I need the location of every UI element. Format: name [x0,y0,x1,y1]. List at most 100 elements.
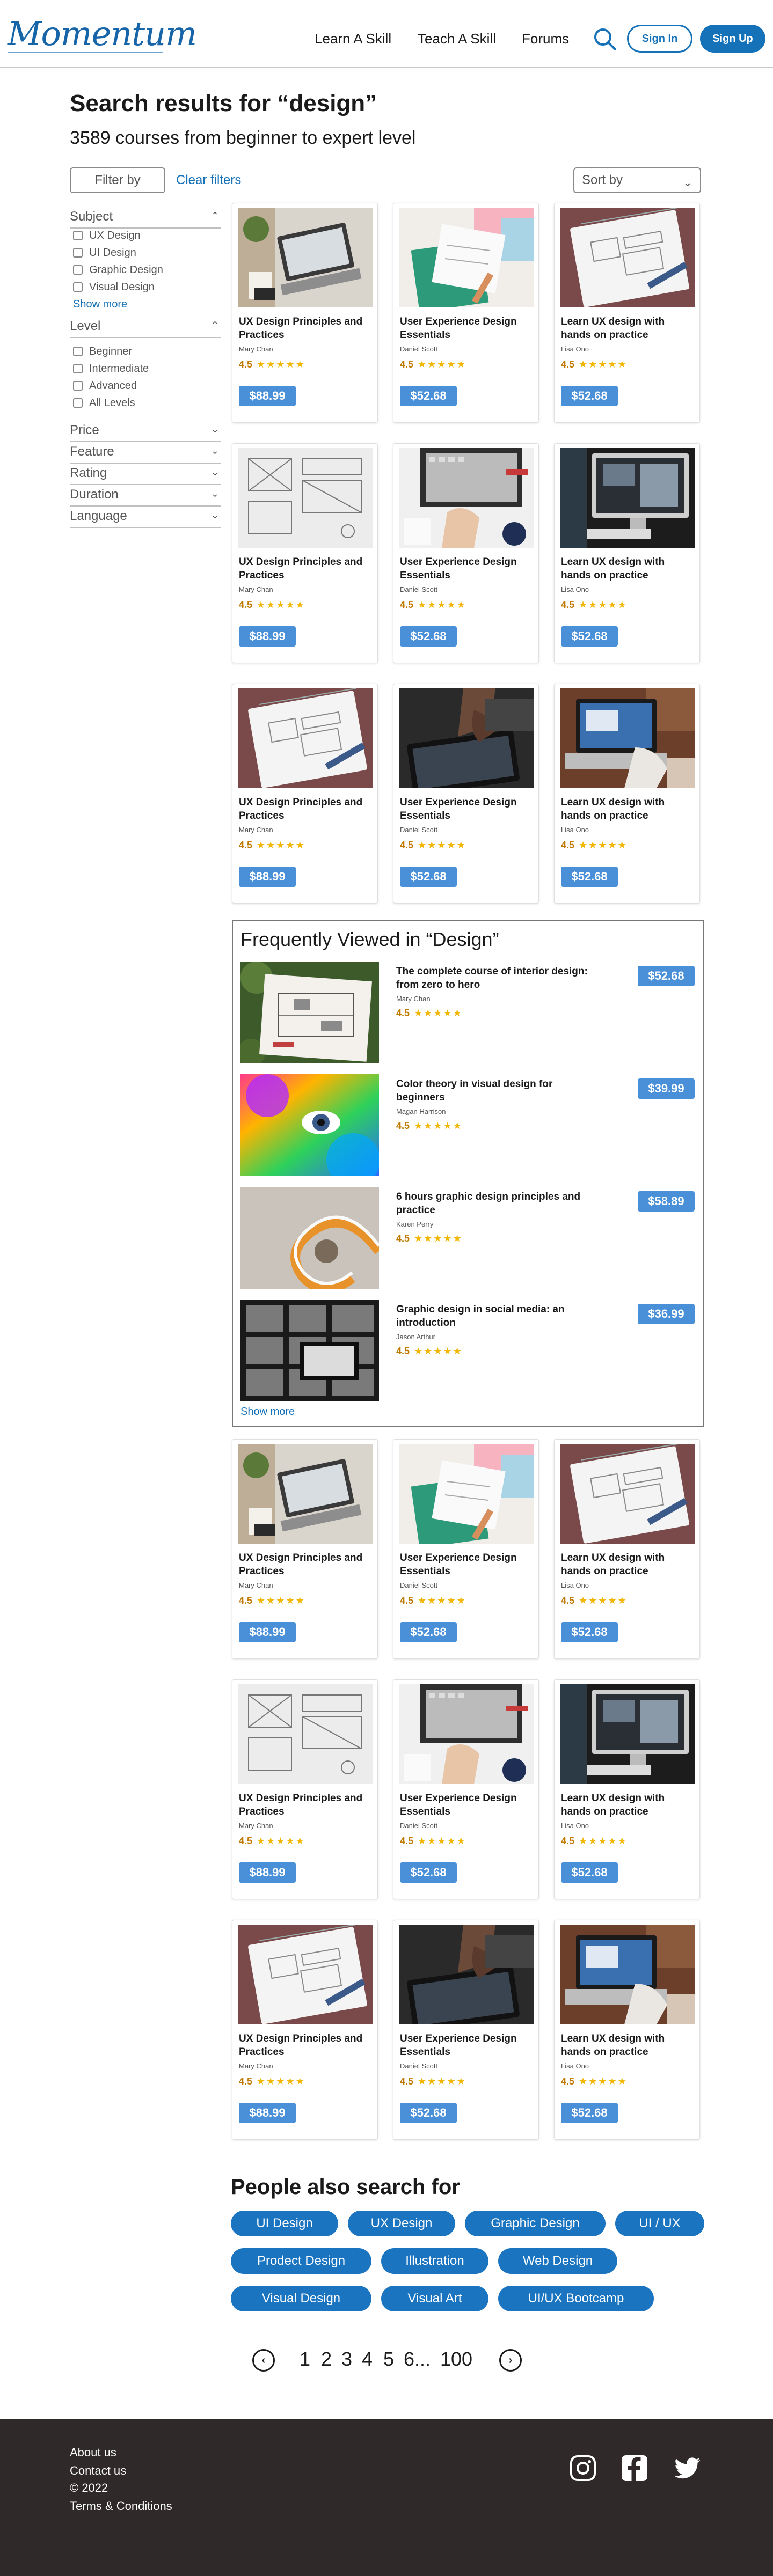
facet-rating[interactable]: Rating ⌄ [70,466,221,485]
course-title[interactable]: 6 hours graphic design principles and pr… [396,1190,589,1217]
sort-by-select[interactable]: Sort by ⌄ [573,167,701,193]
course-card[interactable]: Learn UX design with hands on practice L… [554,1439,700,1659]
course-thumbnail[interactable] [560,448,695,548]
facet-level[interactable]: Level ⌃ [70,319,221,338]
course-thumbnail[interactable] [399,1925,534,2024]
nav-forums[interactable]: Forums [522,31,569,47]
course-title[interactable]: User Experience Design Essentials [400,1792,534,1818]
twitter-icon[interactable] [672,2453,702,2483]
sign-up-button[interactable]: Sign Up [700,25,765,53]
course-thumbnail[interactable] [560,688,695,788]
filter-option-ux-design[interactable]: UX Design [73,230,141,244]
course-thumbnail[interactable] [238,688,373,788]
course-thumbnail[interactable] [560,1925,695,2024]
chip-ui-ux-bootcamp[interactable]: UI/UX Bootcamp [498,2286,654,2311]
page-link[interactable]: 5 [383,2348,394,2370]
course-card[interactable]: UX Design Principles and Practices Mary … [232,443,378,663]
course-title[interactable]: Graphic design in social media: an intro… [396,1303,589,1330]
course-thumbnail[interactable] [399,1684,534,1784]
course-card[interactable]: UX Design Principles and Practices Mary … [232,1920,378,2140]
course-thumbnail[interactable] [238,1684,373,1784]
course-title[interactable]: Learn UX design with hands on practice [561,1792,695,1818]
course-title[interactable]: Learn UX design with hands on practice [561,315,695,342]
nav-learn-a-skill[interactable]: Learn A Skill [315,31,391,47]
footer-about-us-link[interactable]: About us [70,2446,116,2460]
subject-show-more-link[interactable]: Show more [73,298,127,311]
course-card[interactable]: User Experience Design Essentials Daniel… [393,443,539,663]
course-card[interactable]: UX Design Principles and Practices Mary … [232,1679,378,1899]
course-card[interactable]: Learn UX design with hands on practice L… [554,443,700,663]
page-link[interactable]: 3 [341,2348,352,2370]
course-title[interactable]: UX Design Principles and Practices [239,555,373,582]
frequently-viewed-show-more-link[interactable]: Show more [240,1406,295,1418]
facet-subject[interactable]: Subject ⌃ [70,209,221,229]
course-thumbnail[interactable] [560,1444,695,1544]
course-card[interactable]: User Experience Design Essentials Daniel… [393,1439,539,1659]
clear-filters-link[interactable]: Clear filters [176,173,241,188]
logo[interactable]: Momentum [8,14,197,53]
checkbox[interactable] [73,381,83,391]
checkbox[interactable] [73,282,83,292]
filter-option-graphic-design[interactable]: Graphic Design [73,264,163,278]
course-title[interactable]: User Experience Design Essentials [400,555,534,582]
chip-prodect-design[interactable]: Prodect Design [231,2248,371,2274]
filter-option-beginner[interactable]: Beginner [73,346,132,359]
course-thumbnail[interactable] [560,1684,695,1784]
course-title[interactable]: Learn UX design with hands on practice [561,555,695,582]
chip-ui-design[interactable]: UI Design [231,2211,338,2236]
footer-contact-us-link[interactable]: Contact us [70,2464,126,2478]
footer-terms-link[interactable]: Terms & Conditions [70,2499,172,2513]
filter-option-ui-design[interactable]: UI Design [73,247,136,261]
facet-feature[interactable]: Feature ⌄ [70,444,221,464]
course-title[interactable]: Learn UX design with hands on practice [561,796,695,823]
checkbox[interactable] [73,398,83,408]
facet-duration[interactable]: Duration ⌄ [70,487,221,507]
course-card[interactable]: UX Design Principles and Practices Mary … [232,1439,378,1659]
nav-teach-a-skill[interactable]: Teach A Skill [418,31,496,47]
course-thumbnail[interactable] [238,208,373,307]
course-title[interactable]: The complete course of interior design: … [396,965,589,992]
course-card[interactable]: Learn UX design with hands on practice L… [554,1679,700,1899]
course-thumbnail[interactable] [240,1187,379,1289]
course-card[interactable]: Learn UX design with hands on practice L… [554,203,700,423]
instagram-icon[interactable] [568,2453,598,2483]
course-title[interactable]: UX Design Principles and Practices [239,1792,373,1818]
course-card[interactable]: UX Design Principles and Practices Mary … [232,684,378,904]
facet-price[interactable]: Price ⌄ [70,423,221,442]
course-thumbnail[interactable] [238,1444,373,1544]
course-card[interactable]: User Experience Design Essentials Daniel… [393,684,539,904]
search-icon[interactable] [592,26,618,53]
chip-ui-ux[interactable]: UI / UX [615,2211,704,2236]
course-thumbnail[interactable] [240,962,379,1063]
course-thumbnail[interactable] [240,1300,379,1401]
chip-web-design[interactable]: Web Design [498,2248,617,2274]
course-title[interactable]: User Experience Design Essentials [400,315,534,342]
chip-visual-design[interactable]: Visual Design [231,2286,371,2311]
frequently-viewed-item[interactable]: Graphic design in social media: an intro… [240,1300,697,1401]
page-link[interactable]: 100 [440,2348,472,2370]
course-card[interactable]: Learn UX design with hands on practice L… [554,1920,700,2140]
facet-language[interactable]: Language ⌄ [70,509,221,528]
course-thumbnail[interactable] [238,448,373,548]
course-card[interactable]: User Experience Design Essentials Daniel… [393,1679,539,1899]
course-title[interactable]: UX Design Principles and Practices [239,315,373,342]
filter-option-intermediate[interactable]: Intermediate [73,363,149,377]
course-thumbnail[interactable] [238,1925,373,2024]
chip-visual-art[interactable]: Visual Art [381,2286,488,2311]
filter-option-all-levels[interactable]: All Levels [73,397,135,411]
filter-option-visual-design[interactable]: Visual Design [73,281,155,295]
course-card[interactable]: User Experience Design Essentials Daniel… [393,203,539,423]
course-title[interactable]: User Experience Design Essentials [400,2032,534,2059]
page-link[interactable]: 4 [362,2348,373,2370]
checkbox[interactable] [73,231,83,240]
checkbox[interactable] [73,265,83,275]
frequently-viewed-item[interactable]: Color theory in visual design for beginn… [240,1074,697,1176]
frequently-viewed-item[interactable]: The complete course of interior design: … [240,962,697,1063]
chip-illustration[interactable]: Illustration [381,2248,488,2274]
course-title[interactable]: Color theory in visual design for beginn… [396,1077,589,1104]
course-thumbnail[interactable] [240,1074,379,1176]
next-page-icon[interactable]: › [499,2349,522,2372]
facebook-icon[interactable] [619,2453,650,2483]
checkbox[interactable] [73,248,83,258]
course-thumbnail[interactable] [399,1444,534,1544]
